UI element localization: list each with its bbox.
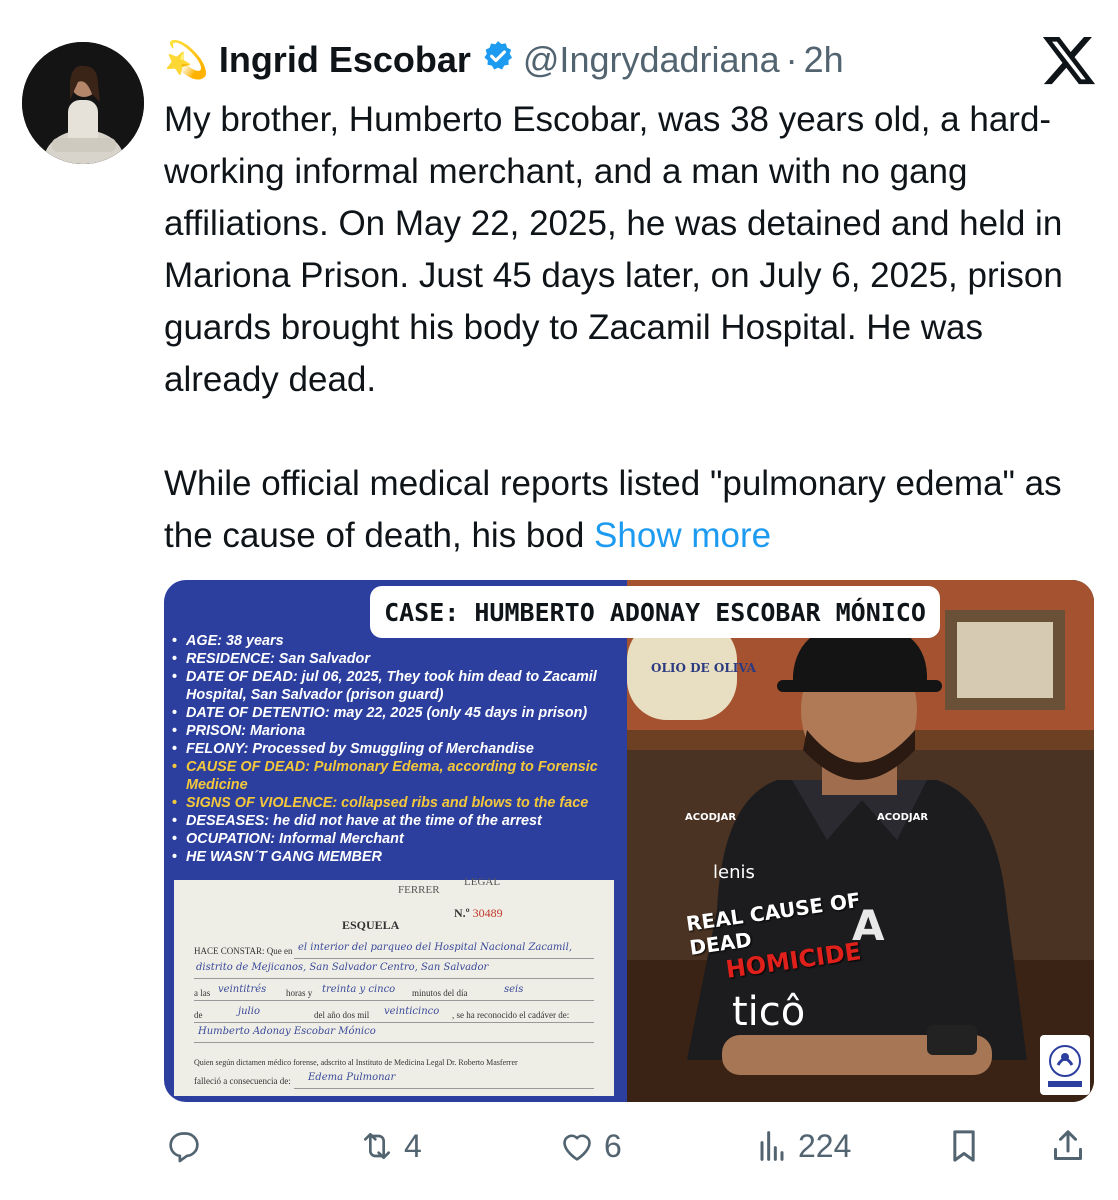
form-line (294, 958, 594, 959)
olive-oil-sign: OLIO DE OLIVA (651, 661, 757, 675)
form-minutos: minutos del día (412, 988, 468, 998)
form-title: ESQUELA (342, 918, 400, 932)
share-button[interactable] (1048, 1120, 1088, 1172)
share-icon (1054, 1130, 1082, 1160)
case-fact-item: PRISON: Mariona (170, 722, 620, 740)
form-del-ano: del año dos mil (314, 1010, 370, 1020)
time-separator: · (785, 39, 798, 80)
real-cause-overlay: REAL CAUSE OF DEAD HOMICIDE (685, 888, 918, 984)
form-line (194, 978, 594, 979)
form-number: N.º 30489 (454, 906, 503, 921)
author-handle[interactable]: @Ingrydadriana (523, 39, 780, 81)
shirt-lenis-text: lenis (713, 862, 755, 883)
form-line (194, 1000, 594, 1001)
case-fact-item: OCUPATION: Informal Merchant (170, 830, 620, 848)
avatar-photo (22, 42, 144, 164)
bookmark-icon (953, 1130, 975, 1162)
tweet-text: My brother, Humberto Escobar, was 38 yea… (164, 94, 1094, 562)
case-title-banner: CASE: HUMBERTO ADONAY ESCOBAR MÓNICO (370, 586, 940, 638)
x-logo-icon[interactable] (1040, 30, 1098, 90)
form-number-label: N.º (454, 906, 470, 920)
views-count: 224 (798, 1127, 852, 1164)
case-fact-item: CAUSE OF DEAD: Pulmonary Edema, accordin… (170, 758, 620, 794)
tweet-paragraph-2: While official medical reports listed "p… (164, 458, 1094, 562)
form-number-value: 30489 (472, 906, 503, 920)
shirt-tico-text: ticô (732, 989, 805, 1035)
tweet-header: 💫 Ingrid Escobar @Ingrydadriana · 2h (164, 30, 844, 90)
sparkle-emoji: 💫 (164, 39, 209, 80)
post-time[interactable]: 2h (804, 39, 844, 81)
form-fallecio: falleció a consecuencia de: (194, 1076, 291, 1086)
form-hw-year: veinticinco (384, 1006, 440, 1017)
views-button[interactable]: 224 (752, 1120, 851, 1172)
form-de: de (194, 1010, 203, 1020)
form-hw-cause: Edema Pulmonar (308, 1072, 396, 1083)
shirt-brand-left: ACODJAR (685, 812, 736, 823)
case-fact-item: DATE OF DEAD: jul 06, 2025, They took hi… (170, 668, 620, 704)
portrait-photo: ACODJAR ACODJAR lenis ticô OLIO DE OLIVA… (627, 580, 1094, 1102)
form-hw-hour: veintitrés (218, 984, 267, 995)
socorro-juridico-logo (1040, 1035, 1090, 1095)
case-fact-item: SIGNS OF VIOLENCE: collapsed ribs and bl… (170, 794, 620, 812)
form-reconocido: , se ha reconocido el cadáver de: (452, 1010, 570, 1020)
author-name[interactable]: Ingrid Escobar (219, 39, 471, 81)
bookmark-button[interactable] (944, 1120, 984, 1172)
form-hw-min: treinta y cinco (322, 984, 396, 995)
avatar[interactable] (22, 42, 144, 164)
verified-badge-icon (481, 39, 515, 82)
form-quien: Quien según dictamen médico forense, ads… (194, 1058, 518, 1067)
form-line (194, 1022, 594, 1023)
organization-logo-icon (1048, 1045, 1082, 1087)
form-line (194, 1042, 594, 1043)
form-line (294, 1088, 594, 1089)
form-hw-name: Humberto Adonay Escobar Mónico (198, 1026, 376, 1037)
form-a-las: a las (194, 988, 211, 998)
case-fact-item: HE WASN´T GANG MEMBER (170, 848, 620, 866)
analytics-icon (760, 1131, 784, 1161)
form-hw-day: seis (504, 984, 524, 995)
case-fact-item: DATE OF DETENTIO: may 22, 2025 (only 45 … (170, 704, 620, 722)
form-hw-month: julio (238, 1006, 260, 1017)
case-fact-item: RESIDENCE: San Salvador (170, 650, 620, 668)
retweet-button[interactable]: 4 (356, 1120, 422, 1172)
reply-icon (169, 1132, 199, 1163)
portrait-illustration: ACODJAR ACODJAR lenis ticô OLIO DE OLIVA… (627, 580, 1094, 1102)
tweet-paragraph-1: My brother, Humberto Escobar, was 38 yea… (164, 100, 1063, 399)
like-button[interactable]: 6 (556, 1120, 622, 1172)
case-fact-item: DESEASES: he did not have at the time of… (170, 812, 620, 830)
like-count: 6 (604, 1127, 622, 1164)
tweet-actions-bar: 4 6 224 (164, 1120, 1094, 1172)
form-legal-label: LEGAL (464, 876, 501, 888)
retweet-count: 4 (404, 1127, 422, 1164)
form-hw-place: el interior del parqueo del Hospital Nac… (298, 942, 572, 953)
form-hw-district: distrito de Mejicanos, San Salvador Cent… (196, 962, 489, 973)
reply-button[interactable] (164, 1120, 204, 1172)
form-hace-constar: HACE CONSTAR: Que en (194, 946, 293, 956)
shirt-brand-right: ACODJAR (877, 812, 928, 823)
retweet-icon (364, 1133, 390, 1159)
heart-icon (563, 1134, 591, 1161)
form-horas-y: horas y (286, 988, 313, 998)
death-certificate-form: LEGAL FERRER N.º 30489 ESQUELA HACE CONS… (174, 876, 614, 1096)
show-more-link[interactable]: Show more (594, 516, 771, 555)
form-ferrer-label: FERRER (398, 884, 440, 896)
case-fact-item: FELONY: Processed by Smuggling of Mercha… (170, 740, 620, 758)
case-facts-list: AGE: 38 yearsRESIDENCE: San SalvadorDATE… (170, 632, 620, 866)
tweet-media-image[interactable]: ACODJAR ACODJAR lenis ticô OLIO DE OLIVA… (164, 580, 1094, 1102)
